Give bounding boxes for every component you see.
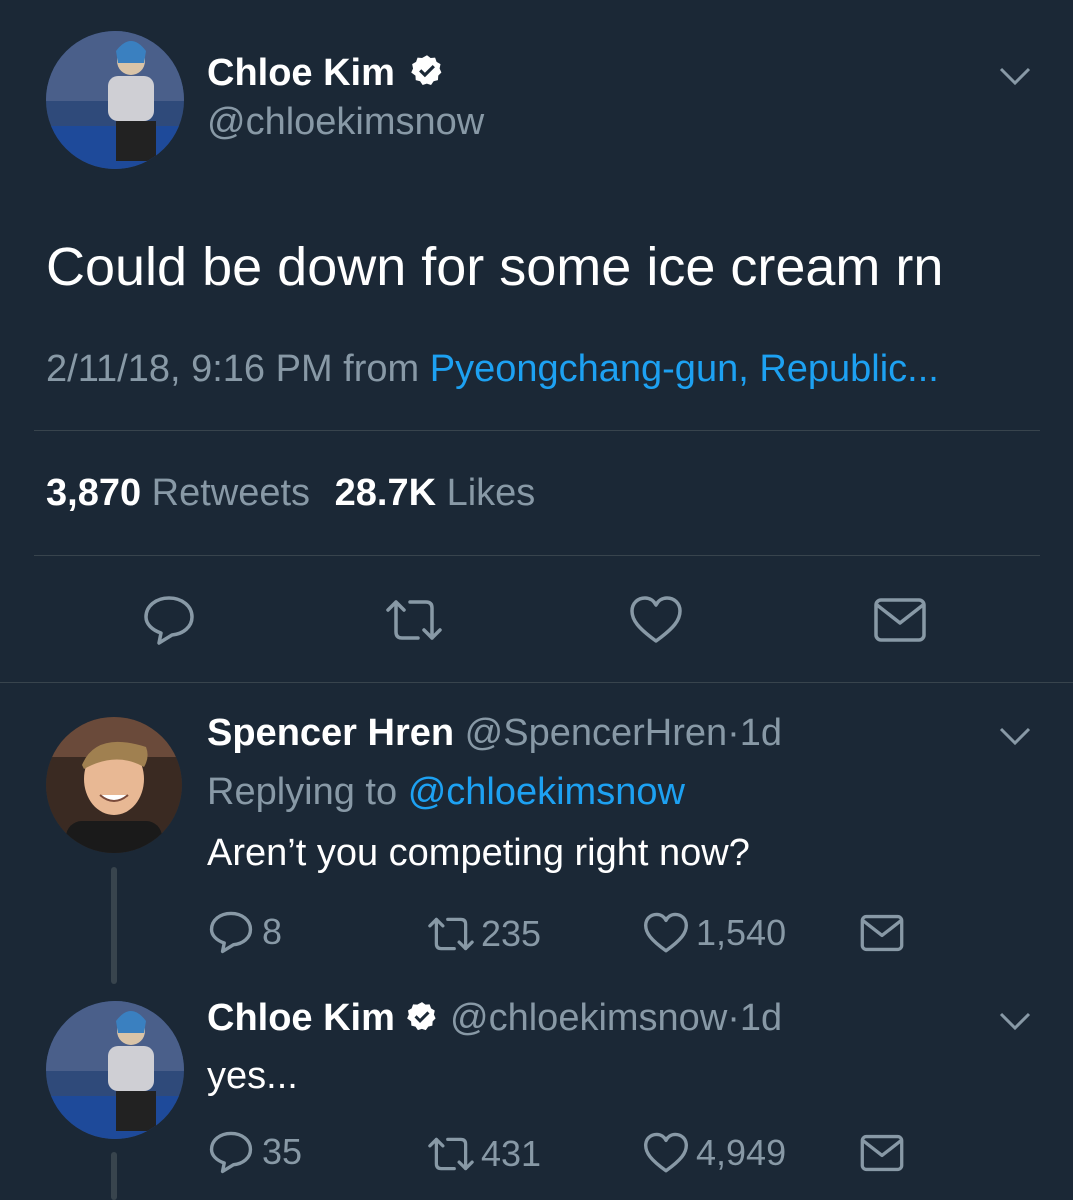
time[interactable]: 1d xyxy=(740,712,782,754)
display-name[interactable]: Spencer Hren xyxy=(207,712,454,754)
tweet-stats: 3,870 Retweets 28.7K Likes xyxy=(46,472,535,515)
reply-icon xyxy=(144,596,194,645)
divider xyxy=(34,555,1040,556)
reply-header: Chloe Kim @chloekimsnow·1d xyxy=(207,997,782,1044)
timestamp: 2/11/18, 9:16 PM xyxy=(46,348,333,390)
replying-handle[interactable]: @chloekimsnow xyxy=(408,771,685,813)
retweet-count: 235 xyxy=(481,913,542,954)
reply-button[interactable] xyxy=(142,594,196,646)
like-label[interactable]: Likes xyxy=(447,472,536,514)
time[interactable]: 1d xyxy=(740,997,782,1039)
share-button[interactable] xyxy=(859,913,905,953)
like-count[interactable]: 28.7K xyxy=(335,472,436,514)
retweet-button[interactable]: 431 xyxy=(425,1133,541,1175)
verified-badge-icon xyxy=(405,1000,439,1044)
avatar[interactable] xyxy=(46,717,182,853)
reply-icon xyxy=(209,1131,253,1174)
like-icon xyxy=(630,596,682,643)
share-icon xyxy=(874,598,926,642)
handle[interactable]: @chloekimsnow xyxy=(450,997,727,1039)
like-button[interactable]: 4,949 xyxy=(642,1131,786,1175)
separator: · xyxy=(727,997,740,1039)
chevron-down-icon[interactable] xyxy=(997,64,1033,88)
retweet-button[interactable]: 235 xyxy=(425,913,541,955)
reply-text: Aren’t you competing right now? xyxy=(207,832,750,874)
reply-header: Spencer Hren @SpencerHren·1d xyxy=(207,712,782,755)
like-button[interactable]: 1,540 xyxy=(642,911,786,955)
retweet-icon xyxy=(386,600,442,640)
reply-button[interactable]: 35 xyxy=(208,1130,302,1174)
divider xyxy=(34,430,1040,431)
like-icon xyxy=(643,912,688,953)
author-name[interactable]: Chloe Kim xyxy=(207,52,445,99)
retweet-icon xyxy=(428,917,474,951)
handle[interactable]: @SpencerHren xyxy=(465,712,727,754)
tweet-meta: 2/11/18, 9:16 PM from Pyeongchang-gun, R… xyxy=(46,348,939,391)
retweet-count[interactable]: 3,870 xyxy=(46,472,141,514)
retweet-icon xyxy=(428,1137,474,1171)
retweet-label[interactable]: Retweets xyxy=(152,472,310,514)
thread-line xyxy=(111,867,117,984)
retweet-count: 431 xyxy=(481,1133,542,1174)
share-icon xyxy=(860,914,904,952)
tweet-text: Could be down for some ice cream rn xyxy=(46,237,944,297)
like-icon xyxy=(643,1132,688,1173)
like-button[interactable] xyxy=(628,594,684,646)
share-button[interactable] xyxy=(872,596,928,644)
section-divider xyxy=(0,682,1073,683)
display-name[interactable]: Chloe Kim xyxy=(207,997,395,1039)
location-link[interactable]: Pyeongchang-gun, Republic... xyxy=(430,348,939,390)
reply-count: 35 xyxy=(262,1131,303,1172)
share-icon xyxy=(860,1134,904,1172)
chevron-down-icon[interactable] xyxy=(997,724,1033,748)
display-name[interactable]: Chloe Kim xyxy=(207,52,395,94)
from-label: from xyxy=(343,348,420,390)
reply-count: 8 xyxy=(262,911,283,952)
chevron-down-icon[interactable] xyxy=(997,1009,1033,1033)
reply-text: yes... xyxy=(207,1055,298,1097)
replying-to: Replying to @chloekimsnow xyxy=(207,771,685,814)
avatar[interactable] xyxy=(46,31,184,169)
share-button[interactable] xyxy=(859,1133,905,1173)
retweet-button[interactable] xyxy=(382,596,446,644)
reply-icon xyxy=(209,911,253,954)
separator: · xyxy=(727,712,740,754)
author-handle[interactable]: @chloekimsnow xyxy=(207,101,484,144)
like-count: 1,540 xyxy=(696,912,787,953)
avatar[interactable] xyxy=(46,1001,184,1139)
verified-badge-icon xyxy=(409,53,445,99)
thread-line xyxy=(111,1152,117,1200)
like-count: 4,949 xyxy=(696,1132,787,1173)
replying-label: Replying to xyxy=(207,771,398,813)
reply-button[interactable]: 8 xyxy=(208,910,282,954)
